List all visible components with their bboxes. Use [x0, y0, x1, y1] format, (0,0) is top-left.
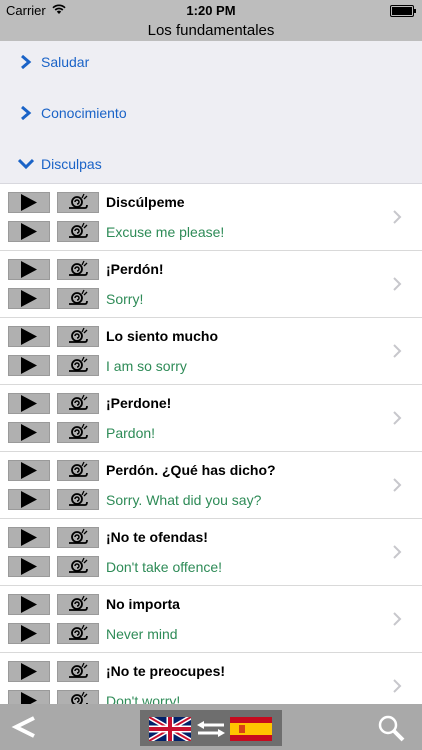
phrase-row[interactable]: ¡Perdone! Pardon! — [0, 385, 422, 452]
chevron-right-icon — [392, 410, 402, 426]
slow-play-button[interactable] — [57, 527, 99, 548]
back-button[interactable] — [10, 712, 40, 742]
chevron-right-icon — [18, 105, 32, 121]
play-button[interactable] — [8, 355, 50, 376]
category-list: Saludar Conocimiento Disculpas — [0, 41, 422, 184]
phrase-spanish: No importa — [106, 596, 180, 612]
chevron-right-icon — [392, 343, 402, 359]
play-button[interactable] — [8, 221, 50, 242]
status-bar: Carrier 1:20 PM — [0, 0, 422, 20]
uk-flag-icon — [147, 714, 193, 744]
phrase-row[interactable]: ¡No te preocupes! Don't worry! — [0, 653, 422, 704]
play-button[interactable] — [8, 288, 50, 309]
slow-play-button[interactable] — [57, 422, 99, 443]
play-button[interactable] — [8, 527, 50, 548]
slow-play-button[interactable] — [57, 556, 99, 577]
slow-play-button[interactable] — [57, 690, 99, 704]
phrase-english: Don't worry! — [106, 693, 181, 704]
phrase-spanish: Perdón. ¿Qué has dicho? — [106, 462, 276, 478]
play-button[interactable] — [8, 259, 50, 280]
play-button[interactable] — [8, 422, 50, 443]
phrase-english: I am so sorry — [106, 358, 187, 374]
play-button[interactable] — [8, 690, 50, 704]
phrase-row[interactable]: ¡No te ofendas! Don't take offence! — [0, 519, 422, 586]
battery-icon — [390, 5, 416, 17]
slow-play-button[interactable] — [57, 326, 99, 347]
phrase-english: Sorry! — [106, 291, 144, 307]
phrase-english: Don't take offence! — [106, 559, 223, 575]
search-button[interactable] — [377, 714, 405, 742]
slow-play-button[interactable] — [57, 355, 99, 376]
slow-play-button[interactable] — [57, 288, 99, 309]
chevron-right-icon — [392, 477, 402, 493]
language-switch-button[interactable] — [140, 710, 282, 746]
phrase-spanish: ¡No te preocupes! — [106, 663, 226, 679]
play-button[interactable] — [8, 489, 50, 510]
category-item-saludar[interactable]: Saludar — [0, 47, 422, 77]
category-item-disculpas[interactable]: Disculpas — [0, 149, 422, 179]
slow-play-button[interactable] — [57, 489, 99, 510]
phrase-english: Pardon! — [106, 425, 156, 441]
slow-play-button[interactable] — [57, 623, 99, 644]
chevron-right-icon — [18, 54, 32, 70]
spain-flag-icon — [230, 717, 272, 741]
phrase-list: Discúlpeme Excuse me please! ¡Perdón! So… — [0, 184, 422, 704]
phrase-row[interactable]: No importa Never mind — [0, 586, 422, 653]
category-item-conocimiento[interactable]: Conocimiento — [0, 98, 422, 128]
phrase-row[interactable]: ¡Perdón! Sorry! — [0, 251, 422, 318]
bottom-toolbar — [0, 704, 422, 750]
back-arrow-icon — [11, 716, 35, 738]
slow-play-button[interactable] — [57, 594, 99, 615]
phrase-spanish: Lo siento mucho — [106, 328, 218, 344]
phrase-spanish: ¡Perdón! — [106, 261, 164, 277]
chevron-right-icon — [392, 678, 402, 694]
page-title: Los fundamentales — [0, 20, 422, 41]
phrase-spanish: ¡No te ofendas! — [106, 529, 208, 545]
phrase-row[interactable]: Lo siento mucho I am so sorry — [0, 318, 422, 385]
chevron-down-icon — [17, 157, 35, 171]
search-icon — [378, 715, 405, 742]
clock: 1:20 PM — [186, 3, 236, 18]
category-label: Saludar — [41, 54, 90, 70]
play-button[interactable] — [8, 623, 50, 644]
swap-arrows-icon — [196, 720, 226, 738]
phrase-english: Never mind — [106, 626, 178, 642]
category-label: Disculpas — [41, 156, 102, 172]
phrase-row[interactable]: Perdón. ¿Qué has dicho? Sorry. What did … — [0, 452, 422, 519]
phrase-english: Excuse me please! — [106, 224, 225, 240]
play-button[interactable] — [8, 460, 50, 481]
phrase-spanish: Discúlpeme — [106, 194, 185, 210]
phrase-spanish: ¡Perdone! — [106, 395, 172, 411]
chevron-right-icon — [392, 276, 402, 292]
slow-play-button[interactable] — [57, 192, 99, 213]
play-button[interactable] — [8, 326, 50, 347]
play-button[interactable] — [8, 661, 50, 682]
play-button[interactable] — [8, 556, 50, 577]
phrase-row[interactable]: Discúlpeme Excuse me please! — [0, 184, 422, 251]
chevron-right-icon — [392, 544, 402, 560]
slow-play-button[interactable] — [57, 221, 99, 242]
chevron-right-icon — [392, 209, 402, 225]
slow-play-button[interactable] — [57, 661, 99, 682]
category-label: Conocimiento — [41, 105, 127, 121]
slow-play-button[interactable] — [57, 460, 99, 481]
chevron-right-icon — [392, 611, 402, 627]
phrase-english: Sorry. What did you say? — [106, 492, 262, 508]
play-button[interactable] — [8, 594, 50, 615]
slow-play-button[interactable] — [57, 393, 99, 414]
slow-play-button[interactable] — [57, 259, 99, 280]
play-button[interactable] — [8, 393, 50, 414]
play-button[interactable] — [8, 192, 50, 213]
